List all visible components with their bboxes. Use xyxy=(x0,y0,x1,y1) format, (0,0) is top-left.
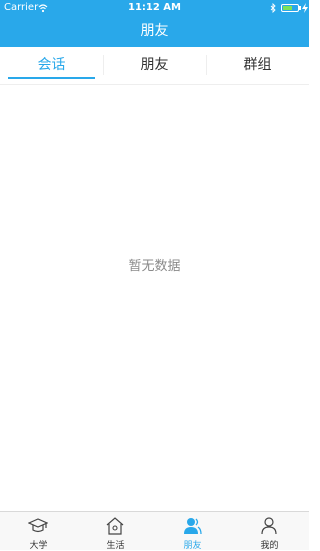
tabbar-item-university[interactable]: 大学 xyxy=(0,512,77,551)
tabbar-item-life[interactable]: 生活 xyxy=(77,512,154,551)
tabbar-label: 大学 xyxy=(29,541,48,551)
tabbar-label: 生活 xyxy=(106,541,125,551)
tab-divider xyxy=(103,55,104,75)
battery-icon xyxy=(281,4,299,12)
status-time: 11:12 AM xyxy=(127,2,181,13)
person-icon xyxy=(261,517,277,535)
charging-icon xyxy=(302,3,308,13)
tabbar-item-friends[interactable]: 朋友 xyxy=(154,512,231,551)
battery-level xyxy=(283,6,292,10)
segment-tabs: 会话 朋友 群组 xyxy=(0,47,309,85)
app-header: Carrier 11:12 AM 朋友 xyxy=(0,0,309,47)
bluetooth-icon xyxy=(270,3,276,13)
active-tab-indicator xyxy=(8,77,95,79)
friends-icon xyxy=(184,518,202,535)
status-bar: Carrier 11:12 AM xyxy=(0,0,309,16)
empty-state-message: 暂无数据 xyxy=(128,259,181,274)
tabbar-label: 我的 xyxy=(260,541,279,551)
battery-cap xyxy=(299,6,301,10)
bottom-tab-bar: 大学 生活 朋友 我的 xyxy=(0,511,309,551)
tabbar-item-mine[interactable]: 我的 xyxy=(231,512,308,551)
graduation-cap-icon xyxy=(28,518,48,533)
page-title: 朋友 xyxy=(140,23,169,39)
tab-friends[interactable]: 朋友 xyxy=(103,47,206,84)
tab-divider xyxy=(206,55,207,75)
home-icon xyxy=(106,517,124,535)
tabbar-label: 朋友 xyxy=(183,541,202,551)
tab-groups[interactable]: 群组 xyxy=(206,47,309,84)
